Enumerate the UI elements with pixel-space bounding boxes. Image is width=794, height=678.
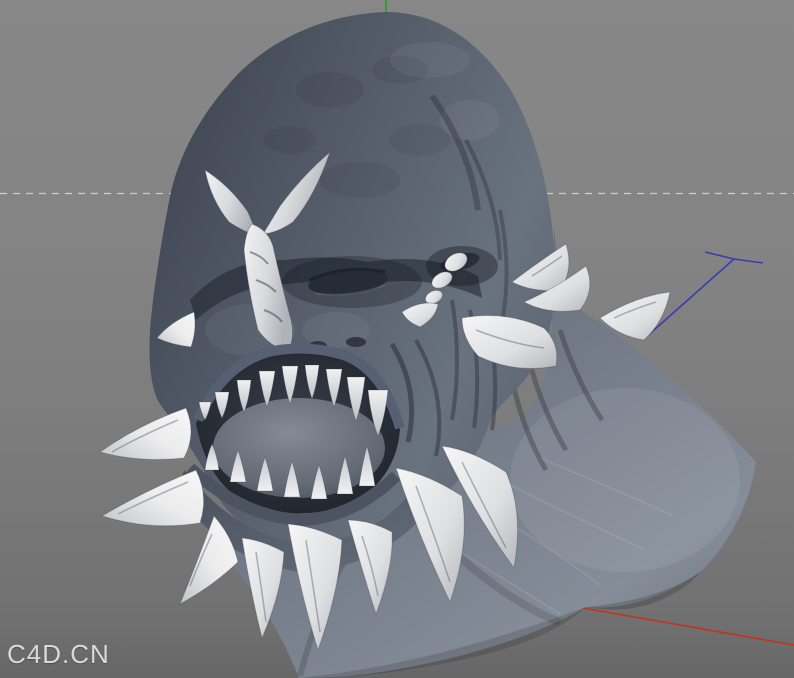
- watermark-text: C4D.CN: [7, 639, 110, 669]
- viewport-3d[interactable]: C4D.CN: [0, 0, 794, 678]
- x-axis-line: [582, 607, 794, 646]
- scene-svg: [0, 0, 794, 678]
- model-creature-bust[interactable]: [98, 12, 756, 678]
